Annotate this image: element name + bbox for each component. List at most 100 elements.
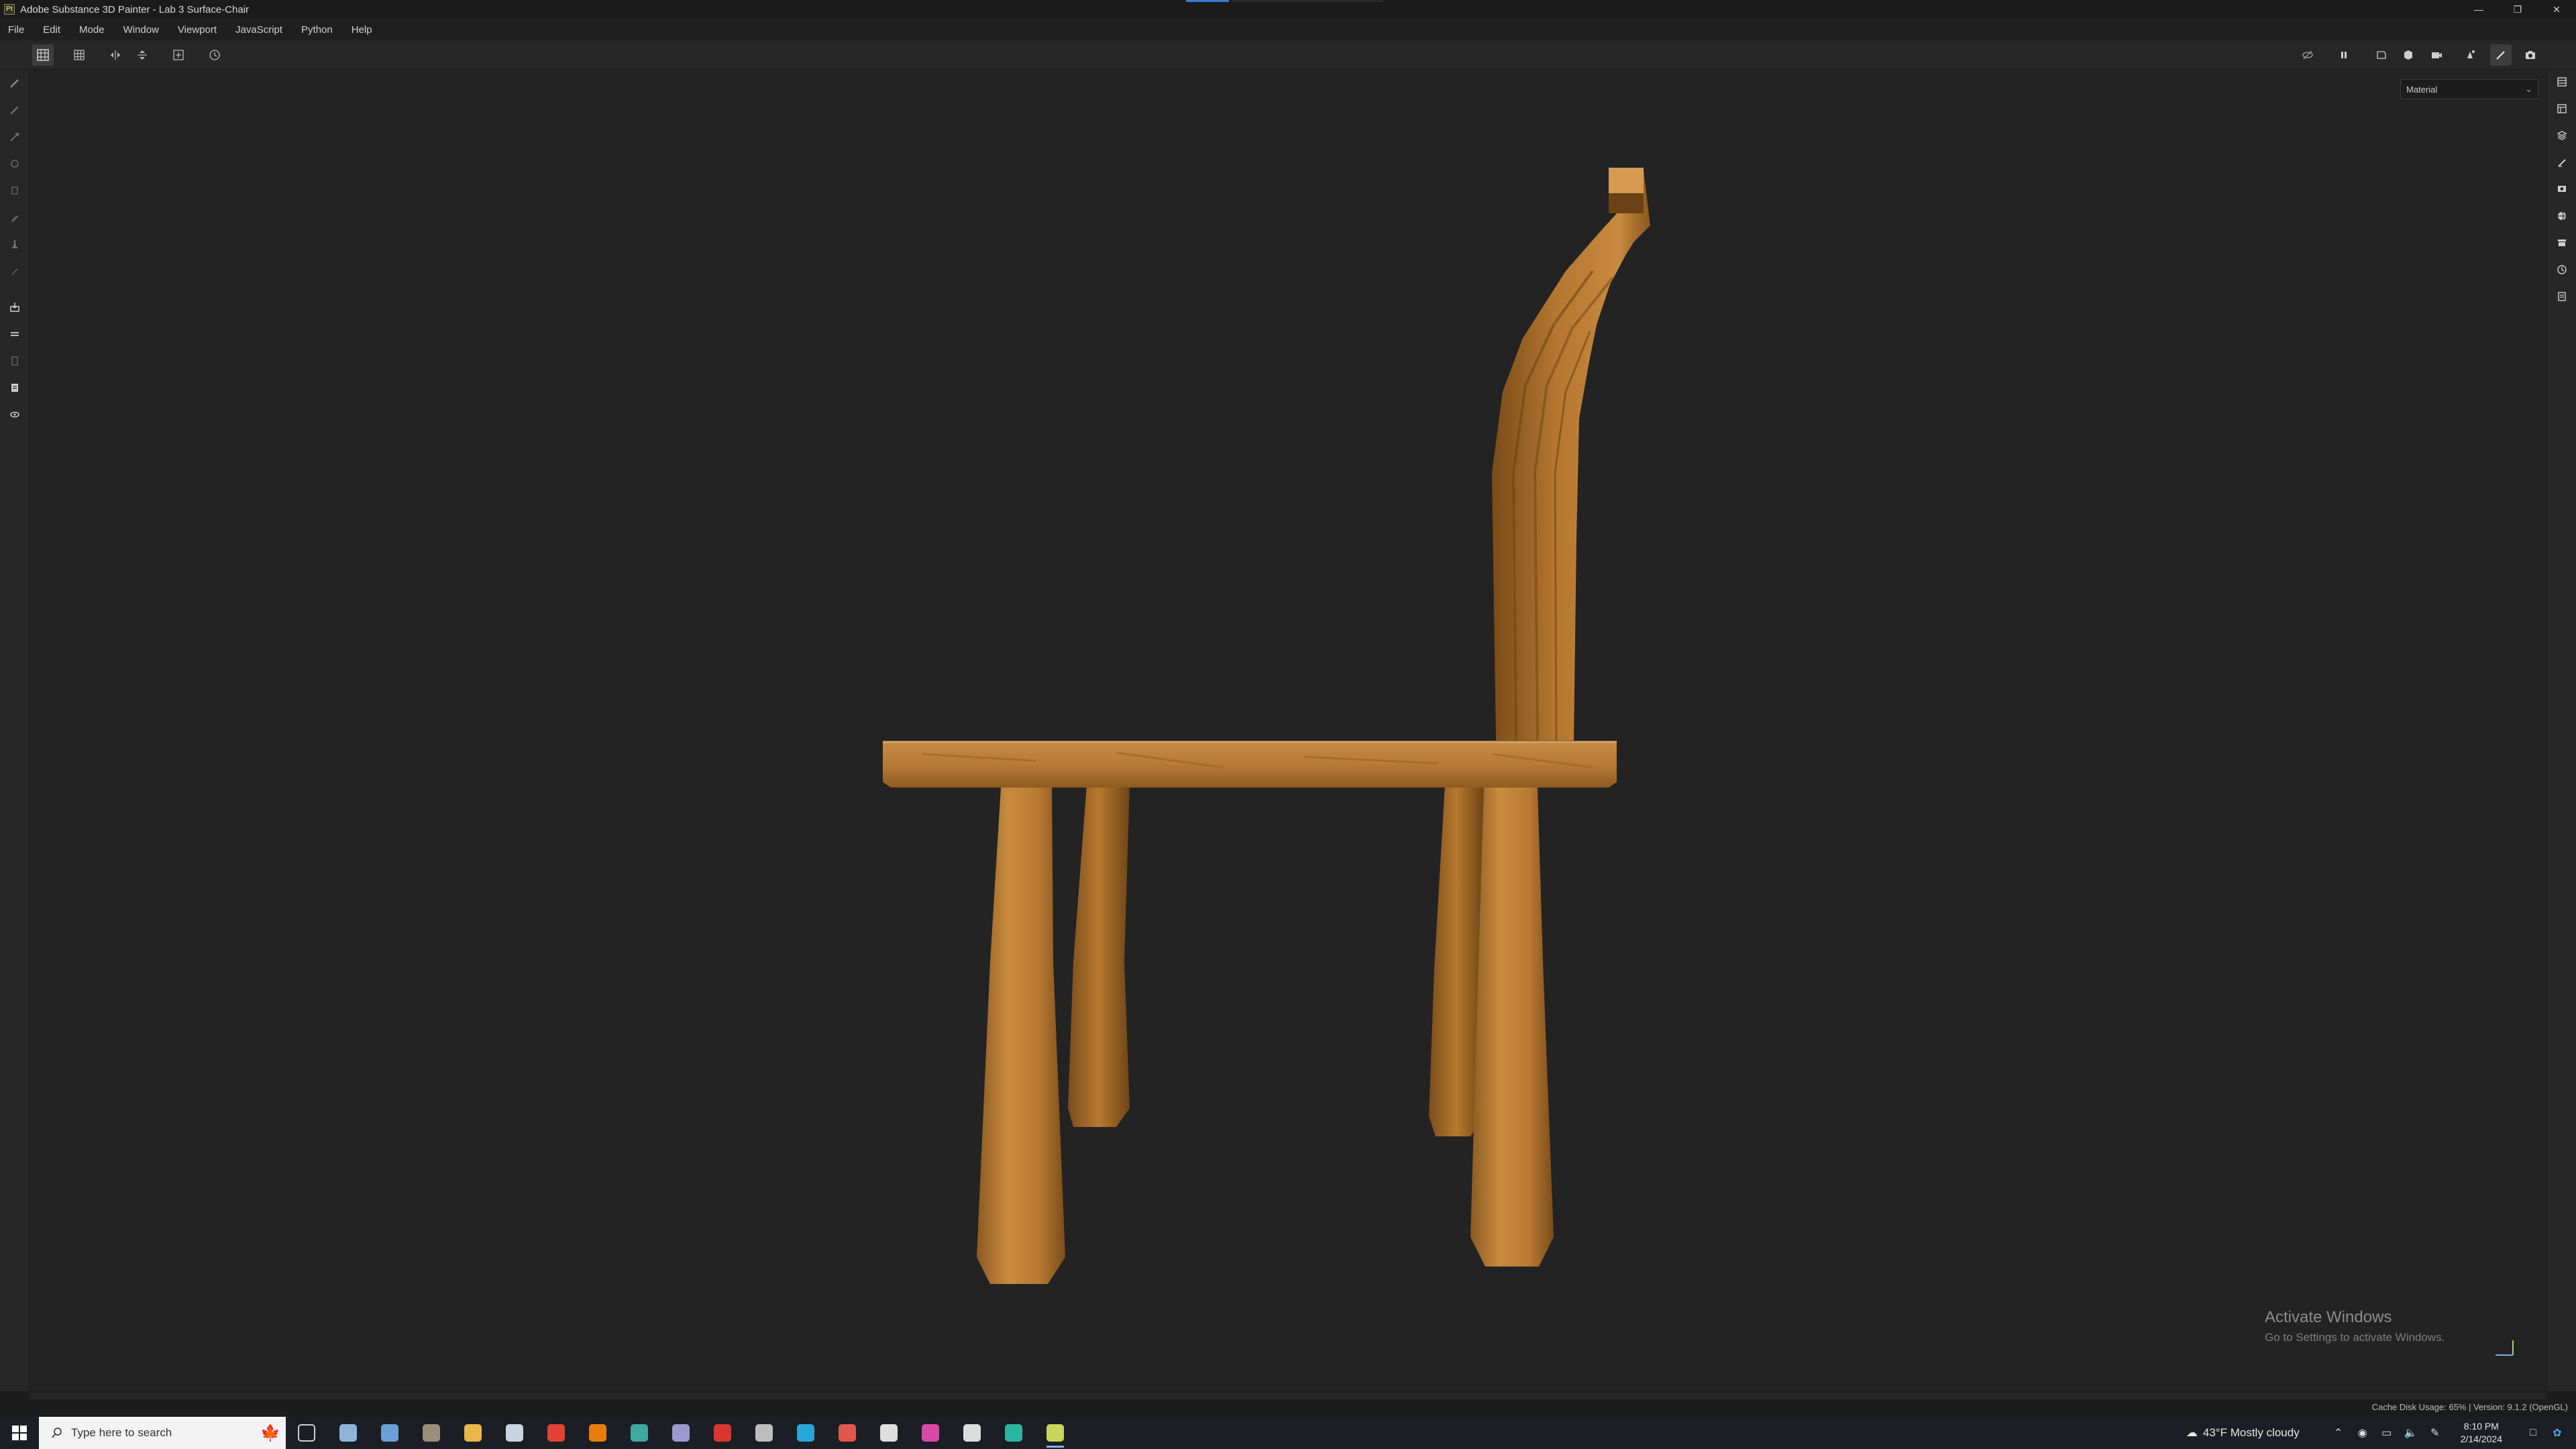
environment-icon: [2558, 211, 2566, 221]
menu-javascript[interactable]: JavaScript: [235, 24, 282, 36]
sample-tool-button[interactable]: [5, 378, 24, 397]
steam-taskbar-button[interactable]: [494, 1417, 535, 1449]
bake-tool-button[interactable]: [5, 298, 24, 317]
restore-button[interactable]: ❐: [2498, 0, 2537, 19]
cube-icon: [2404, 50, 2412, 60]
windows-taskbar: Type here to search 🍁 ☁ 43°F Mostly clou…: [0, 1417, 2576, 1449]
app-teal-taskbar-button[interactable]: [993, 1417, 1034, 1449]
camera-2d-button[interactable]: [2371, 44, 2392, 66]
start-button[interactable]: [0, 1417, 39, 1449]
task-view-taskbar-button[interactable]: [286, 1417, 327, 1449]
mirror-x-button[interactable]: [105, 44, 126, 66]
pen-icon[interactable]: ✎: [2423, 1426, 2447, 1440]
shelf-button[interactable]: [2553, 233, 2571, 252]
screenshot-icon: [2526, 51, 2535, 59]
log-panel-button[interactable]: [2553, 287, 2571, 306]
shelf-icon: [2558, 239, 2566, 246]
add-frame-button[interactable]: [168, 44, 189, 66]
obs-taskbar-button[interactable]: [868, 1417, 910, 1449]
left-toolbar: [0, 70, 30, 1391]
weather-widget[interactable]: ☁ 43°F Mostly cloudy: [2186, 1426, 2300, 1440]
clone-icon: [11, 215, 18, 222]
monitor-icon[interactable]: ▭: [2375, 1426, 2399, 1440]
menu-viewport[interactable]: Viewport: [178, 24, 217, 36]
app-pink-taskbar-button[interactable]: [910, 1417, 951, 1449]
stamp-icon: [11, 268, 18, 275]
menu-help[interactable]: Help: [352, 24, 372, 36]
substance-designer-taskbar-button[interactable]: [660, 1417, 702, 1449]
clock[interactable]: 8:10 PM 2/14/2024: [2461, 1420, 2502, 1446]
volume-icon[interactable]: 🔈: [2399, 1426, 2423, 1440]
history-icon: [2557, 265, 2567, 274]
zbrush-taskbar-button[interactable]: [743, 1417, 785, 1449]
status-bar: Cache Disk Usage: 65% | Version: 9.1.2 (…: [0, 1391, 2576, 1417]
layers-panel-button[interactable]: [2553, 72, 2571, 91]
app-red-taskbar-button[interactable]: [826, 1417, 868, 1449]
clock-date: 2/14/2024: [2460, 1434, 2502, 1444]
environment-button[interactable]: [2553, 207, 2571, 225]
xbox-taskbar-button[interactable]: [951, 1417, 993, 1449]
menu-python[interactable]: Python: [301, 24, 333, 36]
close-button[interactable]: ✕: [2537, 0, 2576, 19]
mirror-y-button[interactable]: [131, 44, 153, 66]
selection-tool-button[interactable]: [5, 325, 24, 343]
taskbar-search-box[interactable]: Type here to search 🍁: [39, 1417, 286, 1449]
smudge-tool-button[interactable]: [5, 181, 24, 200]
sample-icon: [11, 384, 18, 392]
camera-button[interactable]: [2426, 44, 2447, 66]
weather-cloud-icon: ☁: [2186, 1426, 2198, 1439]
menu-edit[interactable]: Edit: [43, 24, 60, 36]
paint-tool-button[interactable]: [5, 74, 24, 93]
chevron-up-icon[interactable]: ⌃: [2326, 1426, 2351, 1440]
geometry-mask-tool-button[interactable]: [5, 154, 24, 173]
texture-set-button[interactable]: [2553, 126, 2571, 145]
export-icon: [10, 411, 19, 418]
projection-tool-button[interactable]: [5, 127, 24, 146]
brush-settings-button[interactable]: [2553, 153, 2571, 172]
properties-panel-button[interactable]: [2553, 99, 2571, 118]
paint-mode-button[interactable]: [2490, 44, 2512, 66]
selection-icon: [11, 332, 19, 336]
file-explorer-taskbar-button[interactable]: [452, 1417, 494, 1449]
calculator-taskbar-button[interactable]: [369, 1417, 411, 1449]
history-button[interactable]: [204, 44, 225, 66]
cube-button[interactable]: [2398, 44, 2419, 66]
app-blue-taskbar-button[interactable]: [785, 1417, 826, 1449]
folder-stack-taskbar-button[interactable]: [411, 1417, 452, 1449]
maya-taskbar-button[interactable]: [619, 1417, 660, 1449]
clone-tool-button[interactable]: [5, 208, 24, 227]
chrome-taskbar-button[interactable]: [535, 1417, 577, 1449]
add-frame-icon: [173, 50, 184, 60]
network-icon[interactable]: ◉: [2351, 1426, 2375, 1440]
eraser-tool-button[interactable]: [5, 101, 24, 119]
substance-designer-icon: [672, 1424, 690, 1442]
transform-tool-button[interactable]: [5, 352, 24, 370]
grid-button[interactable]: [68, 44, 90, 66]
menu-mode[interactable]: Mode: [79, 24, 105, 36]
app-gear-taskbar-button[interactable]: [327, 1417, 369, 1449]
task-view-icon: [298, 1424, 315, 1442]
grid-symmetry-button[interactable]: [32, 44, 54, 66]
weather-text: 43°F Mostly cloudy: [2202, 1426, 2300, 1439]
minimize-button[interactable]: —: [2459, 0, 2498, 19]
visibility-toggle-button[interactable]: [2297, 44, 2318, 66]
colorful-app-icon[interactable]: ✿: [2545, 1426, 2569, 1440]
pause-button[interactable]: [2333, 44, 2355, 66]
tab-indicator-secondary: [1232, 0, 1383, 2]
notification-icon[interactable]: □: [2521, 1427, 2545, 1439]
3d-viewport[interactable]: [30, 70, 2546, 1391]
blender-taskbar-button[interactable]: [577, 1417, 619, 1449]
substance-painter-taskbar-button[interactable]: [1034, 1417, 1076, 1449]
menu-window[interactable]: Window: [123, 24, 159, 36]
channel-selector[interactable]: Material ⌄: [2400, 79, 2538, 99]
export-tool-button[interactable]: [5, 405, 24, 424]
log-icon: [2558, 292, 2566, 301]
display-settings-button[interactable]: [2553, 180, 2571, 199]
picker-tool-button[interactable]: [5, 235, 24, 254]
light-button[interactable]: [2459, 44, 2481, 66]
acrobat-taskbar-button[interactable]: [702, 1417, 743, 1449]
menu-file[interactable]: File: [8, 24, 24, 36]
screenshot-button[interactable]: [2520, 44, 2541, 66]
stamp-tool-button[interactable]: [5, 262, 24, 280]
history-panel-button[interactable]: [2553, 260, 2571, 279]
